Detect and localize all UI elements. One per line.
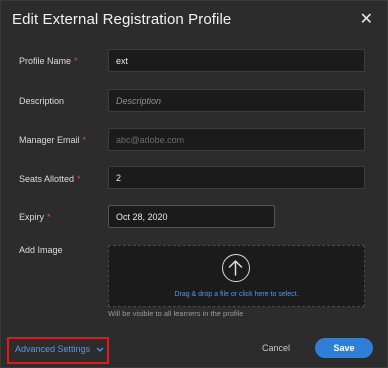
cancel-button[interactable]: Cancel — [262, 343, 290, 353]
profile-name-input[interactable]: ext — [108, 49, 365, 72]
edit-profile-dialog: Edit External Registration Profile ✕ Pro… — [0, 0, 388, 368]
close-icon[interactable]: ✕ — [360, 11, 373, 29]
seats-allotted-label-text: Seats Allotted — [19, 174, 75, 184]
profile-name-label-text: Profile Name — [19, 56, 72, 66]
required-marker: * — [77, 174, 81, 184]
profile-name-label: Profile Name * — [19, 56, 78, 66]
description-input[interactable]: Description — [108, 89, 365, 112]
add-image-label: Add Image — [19, 245, 63, 255]
dialog-title: Edit External Registration Profile — [12, 11, 232, 28]
expiry-label-text: Expiry — [19, 212, 45, 222]
upload-arrow-icon — [222, 254, 250, 282]
expiry-date-input[interactable]: Oct 28, 2020 — [108, 205, 275, 228]
expiry-label: Expiry * — [19, 212, 51, 222]
required-marker: * — [74, 56, 78, 66]
save-button[interactable]: Save — [315, 338, 373, 358]
description-label: Description — [19, 96, 65, 106]
image-dropzone[interactable]: Drag & drop a file or click here to sele… — [108, 245, 365, 307]
manager-email-label: Manager Email * — [19, 135, 86, 145]
manager-email-input[interactable]: abc@adobe.com — [108, 128, 365, 151]
advanced-settings-label: Advanced Settings — [15, 344, 91, 354]
advanced-settings-link[interactable]: Advanced Settings — [15, 344, 104, 354]
required-marker: * — [82, 135, 87, 145]
seats-allotted-label: Seats Allotted * — [19, 174, 81, 184]
required-marker: * — [47, 212, 51, 222]
seats-allotted-input[interactable]: 2 — [108, 166, 365, 189]
dropzone-text[interactable]: Drag & drop a file or click here to sele… — [109, 291, 364, 298]
manager-email-label-text: Manager Email — [19, 135, 80, 145]
image-hint: Will be visible to all learners in the p… — [108, 309, 244, 318]
chevron-down-icon — [96, 344, 104, 354]
